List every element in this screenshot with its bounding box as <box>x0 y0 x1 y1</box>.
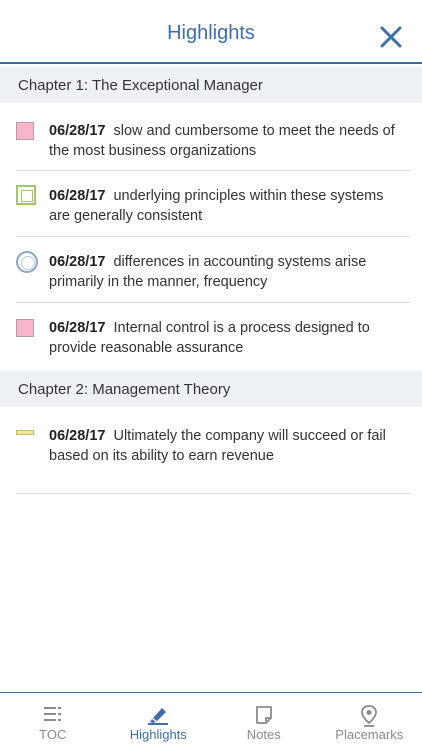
toc-list-icon <box>43 707 61 721</box>
highlight-date: 06/28/17 <box>49 320 106 336</box>
highlight-item[interactable]: 06/28/17 underlying principles within th… <box>16 171 410 237</box>
pink-highlight-icon <box>16 122 34 140</box>
highlight-date: 06/28/17 <box>49 428 106 444</box>
green-highlight-icon <box>16 185 36 205</box>
bottom-tab-bar: TOC Highlights Notes Placemarks <box>0 692 422 750</box>
pink-highlight-icon <box>16 319 34 337</box>
highlighter-icon <box>148 708 169 725</box>
tab-label: Placemarks <box>335 727 404 742</box>
highlight-date: 06/28/17 <box>49 254 106 270</box>
tab-label: TOC <box>39 727 67 742</box>
chapter-header-1: Chapter 1: The Exceptional Manager <box>0 67 422 103</box>
location-pin-icon <box>361 705 378 727</box>
highlight-item[interactable]: 06/28/17 Ultimately the company will suc… <box>16 410 410 494</box>
page-title: Highlights <box>167 22 255 44</box>
yellow-underline-highlight-icon <box>16 430 34 435</box>
header-bar: Highlights <box>0 0 422 64</box>
close-button[interactable] <box>378 24 404 50</box>
tab-toc[interactable]: TOC <box>0 693 106 750</box>
highlight-item[interactable]: 06/28/17 Internal control is a process d… <box>16 303 410 371</box>
highlight-item[interactable]: 06/28/17 slow and cumbersome to meet the… <box>16 106 410 171</box>
tab-label: Highlights <box>129 727 187 742</box>
tab-placemarks[interactable]: Placemarks <box>317 693 422 750</box>
close-icon <box>380 26 402 48</box>
note-icon <box>255 706 272 724</box>
tab-label: Notes <box>246 727 281 742</box>
highlight-date: 06/28/17 <box>49 123 106 139</box>
highlight-item[interactable]: 06/28/17 differences in accounting syste… <box>16 237 410 303</box>
tab-notes[interactable]: Notes <box>211 693 317 750</box>
highlight-date: 06/28/17 <box>49 188 106 204</box>
blue-circle-highlight-icon <box>16 251 38 273</box>
chapter-header-2: Chapter 2: Management Theory <box>0 371 422 407</box>
tab-highlights[interactable]: Highlights <box>106 693 212 750</box>
